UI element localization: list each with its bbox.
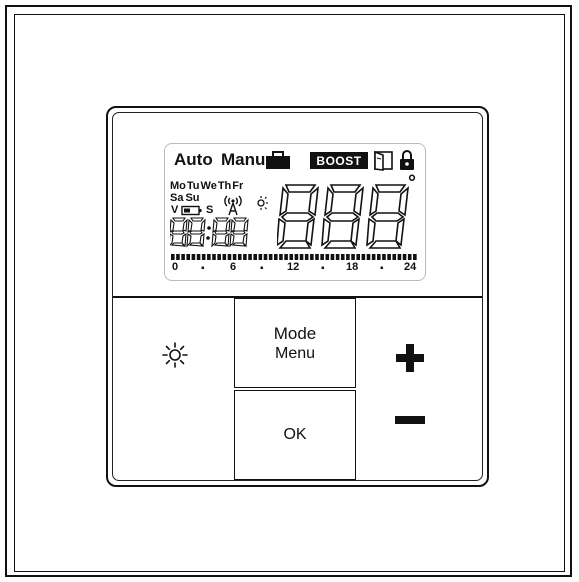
timeline-segment	[258, 254, 263, 260]
timeline-segment	[377, 254, 381, 260]
timeline-segment	[248, 254, 252, 260]
window-open-icon	[374, 150, 393, 171]
timeline-segment	[263, 254, 268, 260]
comfort-eco-icon	[247, 195, 268, 211]
day-sa: Sa	[170, 192, 184, 204]
daily-program-timeline	[171, 254, 417, 260]
timeline-segment	[279, 254, 283, 260]
timeline-segment	[196, 254, 201, 260]
timeline-segment	[284, 254, 288, 260]
timeline-segment	[387, 254, 391, 260]
timeline-segment	[304, 254, 309, 260]
ok-button[interactable]: OK	[234, 390, 356, 480]
timeline-segment	[310, 254, 314, 260]
timeline-segment	[232, 254, 237, 260]
battery-v-label: V	[171, 204, 179, 216]
plus-icon	[396, 344, 424, 372]
timeline-segment	[237, 254, 242, 260]
timeline-segment	[227, 254, 232, 260]
timeline-segment	[294, 254, 299, 260]
timeline-segment	[274, 254, 278, 260]
mode-menu-button[interactable]: Mode Menu	[234, 298, 356, 388]
timeline-tick-dot: ▪	[201, 263, 205, 274]
timeline-segment	[340, 254, 345, 260]
timeline-segment	[253, 254, 257, 260]
manu-mode-label: Manu	[221, 150, 266, 169]
timeline-segment	[176, 254, 180, 260]
timeline-label-0: 0	[172, 261, 179, 273]
ok-label: OK	[283, 426, 307, 443]
timeline-label-6: 6	[230, 261, 237, 273]
timeline-segment	[320, 254, 324, 260]
boost-label: BOOST	[316, 153, 362, 168]
signal-s-label: S	[206, 204, 214, 216]
boost-badge: BOOST	[310, 152, 368, 169]
degree-symbol: °	[408, 172, 416, 194]
timeline-segment	[217, 254, 221, 260]
timeline-label-24: 24	[404, 261, 417, 273]
timeline-segment	[402, 254, 407, 260]
timeline-segment	[366, 254, 371, 260]
timeline-segment	[335, 254, 340, 260]
timeline-segment	[351, 254, 355, 260]
temperature-display-digits	[277, 184, 409, 249]
moon-icon	[171, 403, 183, 427]
auto-mode-label: Auto	[174, 150, 213, 169]
day-mo: Mo	[170, 180, 186, 192]
timeline-segment	[356, 254, 360, 260]
timeline-segment	[315, 254, 319, 260]
day-su: Su	[185, 192, 200, 204]
timeline-segment	[268, 254, 273, 260]
lock-icon	[400, 150, 414, 170]
timeline-segment	[397, 254, 402, 260]
weekday-row-1: Mo Tu We Th Fr	[170, 180, 243, 192]
timeline-segment	[299, 254, 304, 260]
timeline-segment	[361, 254, 366, 260]
timeline-label-18: 18	[346, 261, 359, 273]
timeline-segment	[171, 254, 175, 260]
timeline-segment	[371, 254, 376, 260]
briefcase-icon	[266, 151, 290, 169]
timeline-segment	[289, 254, 294, 260]
comfort-eco-button[interactable]	[113, 298, 234, 480]
timeline-segment	[330, 254, 335, 260]
timeline-segment	[407, 254, 412, 260]
timeline-segment	[413, 254, 417, 260]
mode-label: Mode	[273, 323, 317, 343]
day-fr: Fr	[232, 180, 244, 192]
timeline-segment	[186, 254, 191, 260]
day-we: We	[200, 180, 217, 192]
timeline-tick-dot: ▪	[380, 263, 384, 274]
timeline-segment	[191, 254, 196, 260]
timeline-segment	[325, 254, 330, 260]
timeline-segment	[243, 254, 247, 260]
timeline-tick-dot: ▪	[321, 263, 325, 274]
timeline-segment	[181, 254, 185, 260]
timeline-segment	[212, 254, 216, 260]
radio-signal-icon	[224, 195, 242, 216]
timeline-segment	[222, 254, 227, 260]
weekday-row-2: Sa Su	[170, 192, 200, 204]
timeline-tick-dot: ▪	[260, 263, 264, 274]
minus-icon	[395, 416, 425, 424]
battery-icon	[181, 205, 202, 216]
timeline-segment	[346, 254, 350, 260]
timeline-segment	[201, 254, 206, 260]
menu-label: Menu	[274, 344, 316, 362]
day-tu: Tu	[186, 180, 200, 192]
plus-minus-button[interactable]	[356, 298, 482, 480]
time-display-digits	[170, 217, 249, 248]
timeline-segment	[392, 254, 397, 260]
timeline-label-12: 12	[287, 261, 300, 273]
day-th: Th	[217, 180, 232, 192]
timeline-segment	[207, 254, 211, 260]
timeline-segment	[382, 254, 386, 260]
sun-icon	[162, 342, 188, 368]
